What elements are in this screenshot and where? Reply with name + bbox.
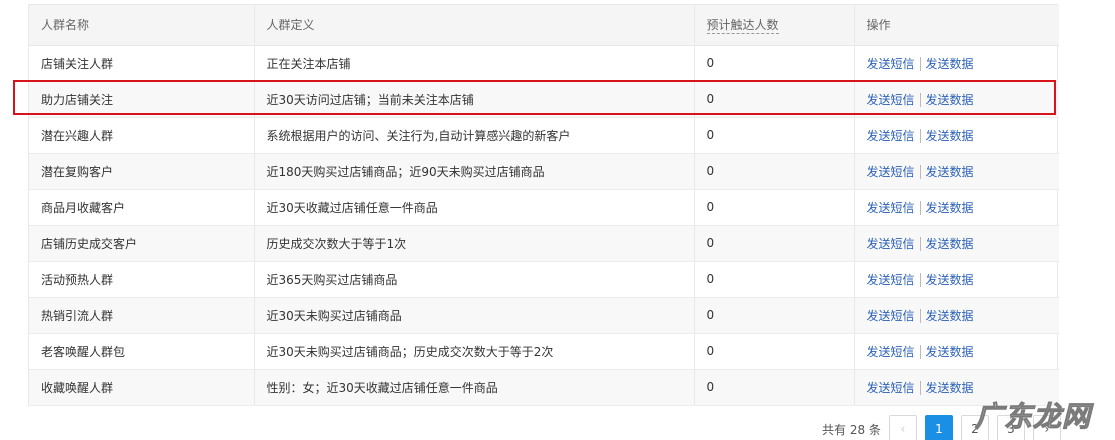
action-divider — [919, 237, 921, 251]
estimated-reach-cell: 0 — [694, 225, 855, 262]
crowd-name-cell: 店铺历史成交客户 — [29, 225, 255, 262]
estimated-reach-cell: 0 — [694, 45, 855, 82]
pagination-total: 共有 28 条 — [822, 422, 881, 437]
header-estimated-reach: 预计触达人数 — [694, 5, 855, 46]
table-row: 活动预热人群 近365天购买过店铺商品 0 发送短信 发送数据 — [29, 261, 1059, 298]
crowd-definition-cell: 历史成交次数大于等于1次 — [254, 225, 695, 262]
table-row: 店铺历史成交客户 历史成交次数大于等于1次 0 发送短信 发送数据 — [29, 225, 1059, 262]
send-sms-link[interactable]: 发送短信 — [867, 165, 915, 179]
table-row: 助力店铺关注 近30天访问过店铺；当前未关注本店铺 0 发送短信 发送数据 — [29, 81, 1059, 118]
action-divider — [919, 129, 921, 143]
table-row: 潜在兴趣人群 系统根据用户的访问、关注行为,自动计算感兴趣的新客户 0 发送短信 发送数… — [29, 117, 1059, 154]
crowd-definition-cell: 近30天未购买过店铺商品 — [254, 297, 695, 334]
page-button-1[interactable]: 1 — [924, 415, 953, 440]
action-divider — [919, 201, 921, 215]
action-divider — [919, 165, 921, 179]
crowd-definition-cell: 系统根据用户的访问、关注行为,自动计算感兴趣的新客户 — [254, 117, 695, 154]
estimated-reach-cell: 0 — [694, 297, 855, 334]
send-data-link[interactable]: 发送数据 — [926, 201, 974, 215]
send-data-link[interactable]: 发送数据 — [926, 345, 974, 359]
send-data-link[interactable]: 发送数据 — [926, 57, 974, 71]
crowd-table: 人群名称 人群定义 预计触达人数 操作 店铺关注人群 正在关注本店铺 0 发送短信 发送… — [28, 4, 1059, 406]
crowd-name-cell: 热销引流人群 — [29, 297, 255, 334]
send-sms-link[interactable]: 发送短信 — [867, 57, 915, 71]
header-crowd-definition: 人群定义 — [254, 5, 695, 46]
chevron-left-icon[interactable]: ‹ — [888, 415, 917, 440]
action-divider — [919, 57, 921, 71]
estimated-reach-cell: 0 — [694, 189, 855, 226]
crowd-definition-cell: 正在关注本店铺 — [254, 45, 695, 82]
actions-cell: 发送短信 发送数据 — [854, 45, 1059, 82]
action-divider — [919, 345, 921, 359]
actions-cell: 发送短信 发送数据 — [854, 333, 1059, 370]
crowd-name-cell: 老客唤醒人群包 — [29, 333, 255, 370]
header-crowd-name: 人群名称 — [29, 5, 255, 46]
estimated-reach-cell: 0 — [694, 153, 855, 190]
estimated-reach-cell: 0 — [694, 81, 855, 118]
actions-cell: 发送短信 发送数据 — [854, 153, 1059, 190]
send-sms-link[interactable]: 发送短信 — [867, 93, 915, 107]
send-sms-link[interactable]: 发送短信 — [867, 381, 915, 395]
crowd-name-cell: 潜在复购客户 — [29, 153, 255, 190]
action-divider — [919, 273, 921, 287]
actions-cell: 发送短信 发送数据 — [854, 117, 1059, 154]
send-data-link[interactable]: 发送数据 — [926, 309, 974, 323]
estimated-reach-cell: 0 — [694, 333, 855, 370]
crowd-definition-cell: 近365天购买过店铺商品 — [254, 261, 695, 298]
crowd-name-cell: 店铺关注人群 — [29, 45, 255, 82]
send-data-link[interactable]: 发送数据 — [926, 93, 974, 107]
header-actions: 操作 — [854, 5, 1059, 46]
crowd-definition-cell: 性别：女；近30天收藏过店铺任意一件商品 — [254, 369, 695, 406]
table-row: 收藏唤醒人群 性别：女；近30天收藏过店铺任意一件商品 0 发送短信 发送数据 — [29, 369, 1059, 406]
actions-cell: 发送短信 发送数据 — [854, 225, 1059, 262]
table-row: 店铺关注人群 正在关注本店铺 0 发送短信 发送数据 — [29, 45, 1059, 82]
action-divider — [919, 309, 921, 323]
watermark-logo: 广东龙网 — [974, 400, 1092, 434]
estimated-reach-cell: 0 — [694, 261, 855, 298]
actions-cell: 发送短信 发送数据 — [854, 297, 1059, 334]
actions-cell: 发送短信 发送数据 — [854, 261, 1059, 298]
table-header-row: 人群名称 人群定义 预计触达人数 操作 — [29, 5, 1059, 46]
crowd-name-cell: 商品月收藏客户 — [29, 189, 255, 226]
action-divider — [919, 93, 921, 107]
send-data-link[interactable]: 发送数据 — [926, 129, 974, 143]
actions-cell: 发送短信 发送数据 — [854, 81, 1059, 118]
crowd-definition-cell: 近180天购买过店铺商品；近90天未购买过店铺商品 — [254, 153, 695, 190]
table-row: 潜在复购客户 近180天购买过店铺商品；近90天未购买过店铺商品 0 发送短信 发送数据 — [29, 153, 1059, 190]
table-body: 店铺关注人群 正在关注本店铺 0 发送短信 发送数据 助力店铺关注 近30天访问过店铺；当前… — [29, 45, 1059, 406]
send-data-link[interactable]: 发送数据 — [926, 273, 974, 287]
crowd-definition-cell: 近30天未购买过店铺商品；历史成交次数大于等于2次 — [254, 333, 695, 370]
action-divider — [919, 381, 921, 395]
send-sms-link[interactable]: 发送短信 — [867, 237, 915, 251]
send-data-link[interactable]: 发送数据 — [926, 381, 974, 395]
crowd-definition-cell: 近30天访问过店铺；当前未关注本店铺 — [254, 81, 695, 118]
crowd-name-cell: 助力店铺关注 — [29, 81, 255, 118]
send-sms-link[interactable]: 发送短信 — [867, 273, 915, 287]
table-row: 老客唤醒人群包 近30天未购买过店铺商品；历史成交次数大于等于2次 0 发送短信 发送数… — [29, 333, 1059, 370]
crowd-name-cell: 潜在兴趣人群 — [29, 117, 255, 154]
send-sms-link[interactable]: 发送短信 — [867, 129, 915, 143]
send-sms-link[interactable]: 发送短信 — [867, 201, 915, 215]
send-data-link[interactable]: 发送数据 — [926, 237, 974, 251]
send-sms-link[interactable]: 发送短信 — [867, 309, 915, 323]
send-data-link[interactable]: 发送数据 — [926, 165, 974, 179]
table-row: 商品月收藏客户 近30天收藏过店铺任意一件商品 0 发送短信 发送数据 — [29, 189, 1059, 226]
estimated-reach-cell: 0 — [694, 117, 855, 154]
crowd-name-cell: 活动预热人群 — [29, 261, 255, 298]
crowd-definition-cell: 近30天收藏过店铺任意一件商品 — [254, 189, 695, 226]
estimated-reach-cell: 0 — [694, 369, 855, 406]
table-row: 热销引流人群 近30天未购买过店铺商品 0 发送短信 发送数据 — [29, 297, 1059, 334]
actions-cell: 发送短信 发送数据 — [854, 189, 1059, 226]
crowd-name-cell: 收藏唤醒人群 — [29, 369, 255, 406]
estimated-reach-hint[interactable]: 预计触达人数 — [706, 18, 779, 35]
send-sms-link[interactable]: 发送短信 — [867, 345, 915, 359]
